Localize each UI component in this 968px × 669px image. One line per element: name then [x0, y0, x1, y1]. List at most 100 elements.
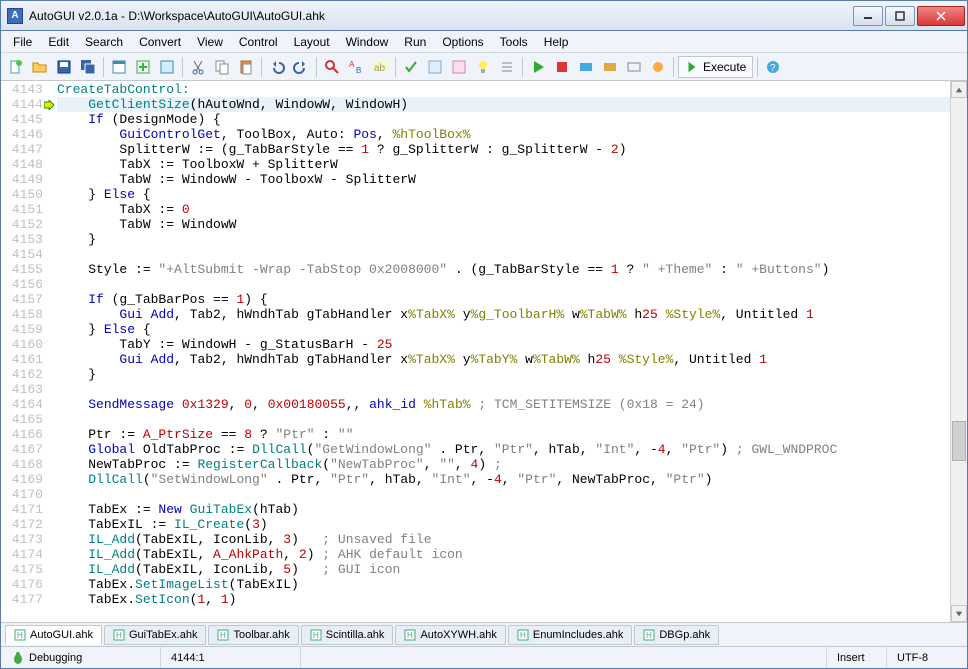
help-icon[interactable]: ?	[762, 56, 784, 78]
menu-run[interactable]: Run	[396, 33, 434, 51]
bulb-icon[interactable]	[472, 56, 494, 78]
code-line[interactable]: DllCall("SetWindowLong" . Ptr, "Ptr", hT…	[57, 472, 950, 487]
redo-icon[interactable]	[290, 56, 312, 78]
stop-icon[interactable]	[551, 56, 573, 78]
bug-icon	[11, 651, 25, 665]
menu-view[interactable]: View	[189, 33, 231, 51]
separator	[182, 57, 183, 77]
menu-help[interactable]: Help	[536, 33, 577, 51]
toggle1-icon[interactable]	[424, 56, 446, 78]
code-line[interactable]: }	[57, 367, 950, 382]
code-line[interactable]	[57, 487, 950, 502]
debug4-icon[interactable]	[647, 56, 669, 78]
code-line[interactable]: GetClientSize(hAutoWnd, WindowW, WindowH…	[57, 97, 950, 112]
save-icon[interactable]	[53, 56, 75, 78]
open-icon[interactable]	[29, 56, 51, 78]
scroll-thumb[interactable]	[952, 421, 966, 461]
window-icon[interactable]	[108, 56, 130, 78]
menu-layout[interactable]: Layout	[286, 33, 338, 51]
code-line[interactable]: GuiControlGet, ToolBox, Auto: Pos, %hToo…	[57, 127, 950, 142]
file-tab[interactable]: HEnumIncludes.ahk	[508, 625, 633, 645]
code-line[interactable]: IL_Add(TabExIL, A_AhkPath, 2) ; AHK defa…	[57, 547, 950, 562]
code-line[interactable]: Ptr := A_PtrSize == 8 ? "Ptr" : ""	[57, 427, 950, 442]
code-line[interactable]: TabExIL := IL_Create(3)	[57, 517, 950, 532]
code-line[interactable]: IL_Add(TabExIL, IconLib, 3) ; Unsaved fi…	[57, 532, 950, 547]
menu-control[interactable]: Control	[231, 33, 286, 51]
line-number: 4164	[1, 397, 43, 412]
debug2-icon[interactable]	[599, 56, 621, 78]
code-line[interactable]: TabW := WindowW	[57, 217, 950, 232]
code-line[interactable]: TabEx := New GuiTabEx(hTab)	[57, 502, 950, 517]
code-line[interactable]: Style := "+AltSubmit -Wrap -TabStop 0x20…	[57, 262, 950, 277]
run-icon[interactable]	[527, 56, 549, 78]
code-editor[interactable]: 4143414441454146414741484149415041514152…	[1, 81, 967, 622]
toggle2-icon[interactable]	[448, 56, 470, 78]
cut-icon[interactable]	[187, 56, 209, 78]
file-tab[interactable]: HGuiTabEx.ahk	[104, 625, 206, 645]
replace-icon[interactable]: AB	[345, 56, 367, 78]
marker-icon[interactable]	[496, 56, 518, 78]
minimize-button[interactable]	[853, 6, 883, 26]
file-tab[interactable]: HToolbar.ahk	[208, 625, 298, 645]
code-line[interactable]: IL_Add(TabExIL, IconLib, 5) ; GUI icon	[57, 562, 950, 577]
scroll-up-icon[interactable]	[951, 81, 967, 98]
menu-file[interactable]: File	[5, 33, 40, 51]
code-line[interactable]	[57, 247, 950, 262]
code-line[interactable]: CreateTabControl:	[57, 82, 950, 97]
file-tab[interactable]: HScintilla.ahk	[301, 625, 394, 645]
menu-edit[interactable]: Edit	[40, 33, 77, 51]
code-line[interactable]: TabEx.SetIcon(1, 1)	[57, 592, 950, 607]
code-line[interactable]: Global OldTabProc := DllCall("GetWindowL…	[57, 442, 950, 457]
code-line[interactable]: If (g_TabBarPos == 1) {	[57, 292, 950, 307]
code-line[interactable]: TabY := WindowH - g_StatusBarH - 25	[57, 337, 950, 352]
maximize-button[interactable]	[885, 6, 915, 26]
line-number: 4159	[1, 322, 43, 337]
code-line[interactable]: If (DesignMode) {	[57, 112, 950, 127]
code-line[interactable]: Gui Add, Tab2, hWndhTab gTabHandler x%Ta…	[57, 307, 950, 322]
line-number: 4175	[1, 562, 43, 577]
saveall-icon[interactable]	[77, 56, 99, 78]
add-icon[interactable]	[132, 56, 154, 78]
menu-tools[interactable]: Tools	[492, 33, 536, 51]
code-line[interactable]: SplitterW := (g_TabBarStyle == 1 ? g_Spl…	[57, 142, 950, 157]
copy-icon[interactable]	[211, 56, 233, 78]
paste-icon[interactable]	[235, 56, 257, 78]
debug1-icon[interactable]	[575, 56, 597, 78]
code-line[interactable]: NewTabProc := RegisterCallback("NewTabPr…	[57, 457, 950, 472]
new-icon[interactable]	[5, 56, 27, 78]
form-icon[interactable]	[156, 56, 178, 78]
undo-icon[interactable]	[266, 56, 288, 78]
execute-label: Execute	[703, 60, 746, 74]
highlight-icon[interactable]: ab	[369, 56, 391, 78]
menu-window[interactable]: Window	[338, 33, 397, 51]
code-line[interactable]	[57, 382, 950, 397]
code-line[interactable]: } Else {	[57, 187, 950, 202]
code-line[interactable]	[57, 412, 950, 427]
titlebar[interactable]: A AutoGUI v2.0.1a - D:\Workspace\AutoGUI…	[1, 1, 967, 31]
file-tab[interactable]: HAutoXYWH.ahk	[395, 625, 505, 645]
file-tab[interactable]: HDBGp.ahk	[634, 625, 719, 645]
code-line[interactable]: } Else {	[57, 322, 950, 337]
menu-convert[interactable]: Convert	[131, 33, 189, 51]
check-icon[interactable]	[400, 56, 422, 78]
menu-options[interactable]: Options	[434, 33, 491, 51]
debug3-icon[interactable]	[623, 56, 645, 78]
find-icon[interactable]	[321, 56, 343, 78]
code-line[interactable]: TabW := WindowW - ToolboxW - SplitterW	[57, 172, 950, 187]
code-line[interactable]: Gui Add, Tab2, hWndhTab gTabHandler x%Ta…	[57, 352, 950, 367]
code-line[interactable]: }	[57, 232, 950, 247]
code-area[interactable]: CreateTabControl: GetClientSize(hAutoWnd…	[57, 81, 950, 622]
file-tab[interactable]: HAutoGUI.ahk	[5, 625, 102, 645]
line-number: 4177	[1, 592, 43, 607]
code-line[interactable]	[57, 277, 950, 292]
menu-search[interactable]: Search	[77, 33, 131, 51]
execute-button[interactable]: Execute	[678, 56, 753, 78]
close-button[interactable]	[917, 6, 965, 26]
code-line[interactable]: TabX := 0	[57, 202, 950, 217]
code-line[interactable]: TabX := ToolboxW + SplitterW	[57, 157, 950, 172]
code-line[interactable]: SendMessage 0x1329, 0, 0x00180055,, ahk_…	[57, 397, 950, 412]
vertical-scrollbar[interactable]	[950, 81, 967, 622]
scroll-down-icon[interactable]	[951, 605, 967, 622]
code-line[interactable]: TabEx.SetImageList(TabExIL)	[57, 577, 950, 592]
status-blank	[301, 647, 827, 668]
